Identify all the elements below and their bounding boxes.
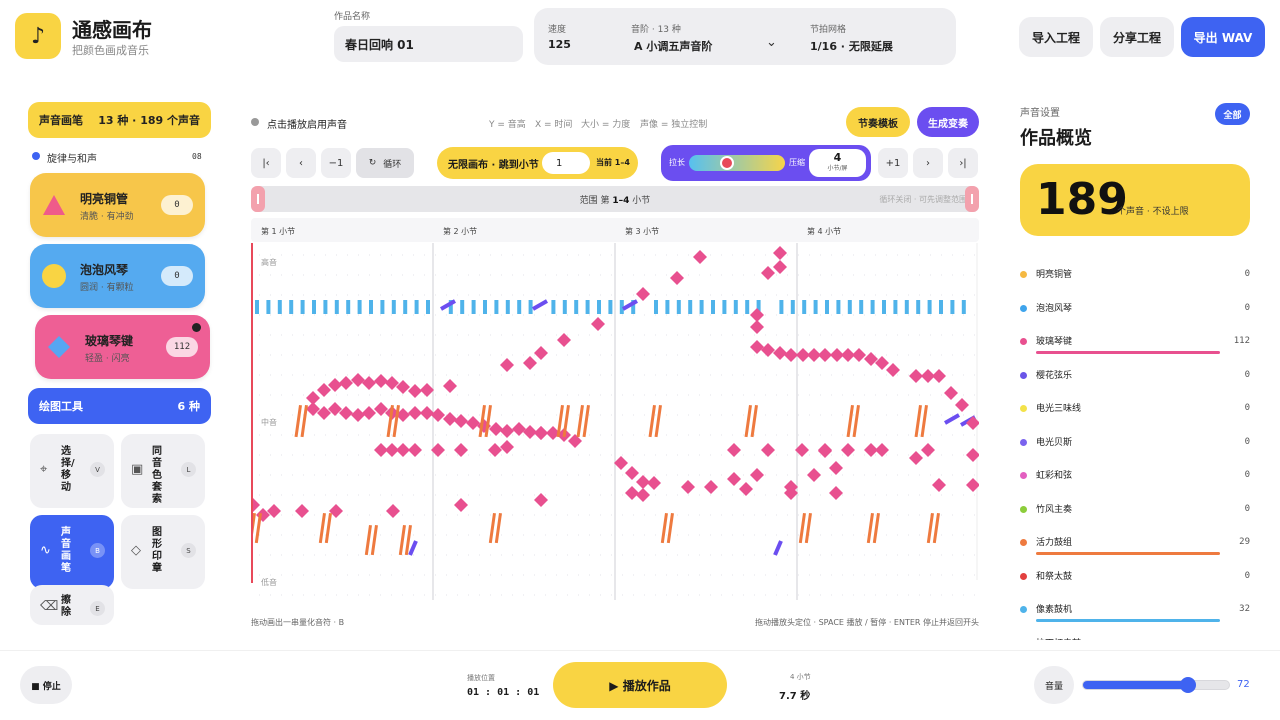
voice-row-count: 0 xyxy=(1244,269,1250,279)
voice-row-count: 112 xyxy=(1233,336,1250,346)
voice-row-name: 电光贝斯 xyxy=(1036,437,1073,448)
voice-usage-bar xyxy=(1036,351,1220,354)
voice-row[interactable]: 拉丁打击鼓 xyxy=(1020,633,1250,641)
voice-row-name: 玻璃琴键 xyxy=(1036,337,1073,347)
voice-color-dot-icon xyxy=(1020,505,1027,513)
voice-row[interactable]: 电光贝斯 0 xyxy=(1020,432,1250,462)
voice-row-name: 泡泡风琴 xyxy=(1036,303,1073,314)
voice-row[interactable]: 玻璃琴键 112 xyxy=(1020,331,1250,361)
voice-row-name: 电光三味线 xyxy=(1036,404,1082,414)
voice-row-count: 0 xyxy=(1244,470,1250,480)
voice-row-count: 0 xyxy=(1244,302,1250,313)
voice-row-name: 竹风主奏 xyxy=(1036,504,1073,515)
voice-row[interactable]: 竹风主奏 0 xyxy=(1020,499,1250,529)
voice-row-count: 32 xyxy=(1239,604,1250,614)
voice-row[interactable]: 和祭太鼓 0 xyxy=(1020,566,1250,596)
voice-color-dot-icon xyxy=(1020,472,1027,479)
voice-row-name: 像素鼓机 xyxy=(1036,605,1073,615)
voice-color-dot-icon xyxy=(1020,572,1027,580)
voice-row-name: 樱花弦乐 xyxy=(1036,370,1073,381)
volume-slider-thumb[interactable] xyxy=(1180,677,1197,693)
voice-color-dot-icon xyxy=(1020,371,1027,379)
playback-position-label: 播放位置 xyxy=(467,674,495,682)
voice-color-dot-icon xyxy=(1020,639,1027,640)
voice-row[interactable]: 电光三味线 0 xyxy=(1020,398,1250,428)
play-button[interactable]: ▶ 播放作品 xyxy=(553,662,727,708)
voice-color-dot-icon xyxy=(1020,438,1027,446)
voice-row-name: 活力鼓组 xyxy=(1036,538,1073,548)
voice-row-name: 虹彩和弦 xyxy=(1036,471,1073,481)
voice-row[interactable]: 虹彩和弦 0 xyxy=(1020,465,1250,495)
playback-position: 01 : 01 : 01 xyxy=(467,687,540,698)
volume-slider-fill xyxy=(1083,681,1189,689)
voice-row[interactable]: 樱花弦乐 0 xyxy=(1020,365,1250,395)
voice-color-dot-icon xyxy=(1020,606,1027,613)
voice-row-name: 和祭太鼓 xyxy=(1036,571,1073,582)
voice-color-dot-icon xyxy=(1020,271,1027,278)
voice-color-dot-icon xyxy=(1020,405,1027,412)
voice-row-name: 拉丁打击鼓 xyxy=(1036,636,1081,641)
voice-color-dot-icon xyxy=(1020,338,1027,345)
voice-row[interactable]: 泡泡风琴 0 xyxy=(1020,298,1250,328)
voice-color-dot-icon xyxy=(1020,539,1027,546)
voice-row[interactable]: 明亮铜管 0 xyxy=(1020,264,1250,294)
voice-row[interactable]: 像素鼓机 32 xyxy=(1020,599,1250,629)
voice-usage-bar xyxy=(1036,552,1220,555)
voice-row-count: 0 xyxy=(1244,369,1250,380)
volume-button[interactable]: 音量 xyxy=(1034,666,1074,704)
duration-bars: 4 小节 xyxy=(790,673,811,681)
volume-slider[interactable] xyxy=(1082,677,1230,693)
voice-row[interactable]: 活力鼓组 29 xyxy=(1020,532,1250,562)
voice-row-count: 0 xyxy=(1244,403,1250,413)
duration-seconds: 7.7 秒 xyxy=(779,691,811,702)
voice-row-count: 0 xyxy=(1244,503,1250,514)
voice-row-count: 29 xyxy=(1239,537,1250,547)
voice-usage-bar xyxy=(1036,619,1220,622)
voice-row-name: 明亮铜管 xyxy=(1036,270,1073,280)
voice-row-count: 0 xyxy=(1244,436,1250,447)
voice-color-dot-icon xyxy=(1020,304,1027,312)
stop-button[interactable]: ■ 停止 xyxy=(20,666,72,704)
volume-value: 72 xyxy=(1237,679,1250,690)
voice-row-count: 0 xyxy=(1244,570,1250,581)
